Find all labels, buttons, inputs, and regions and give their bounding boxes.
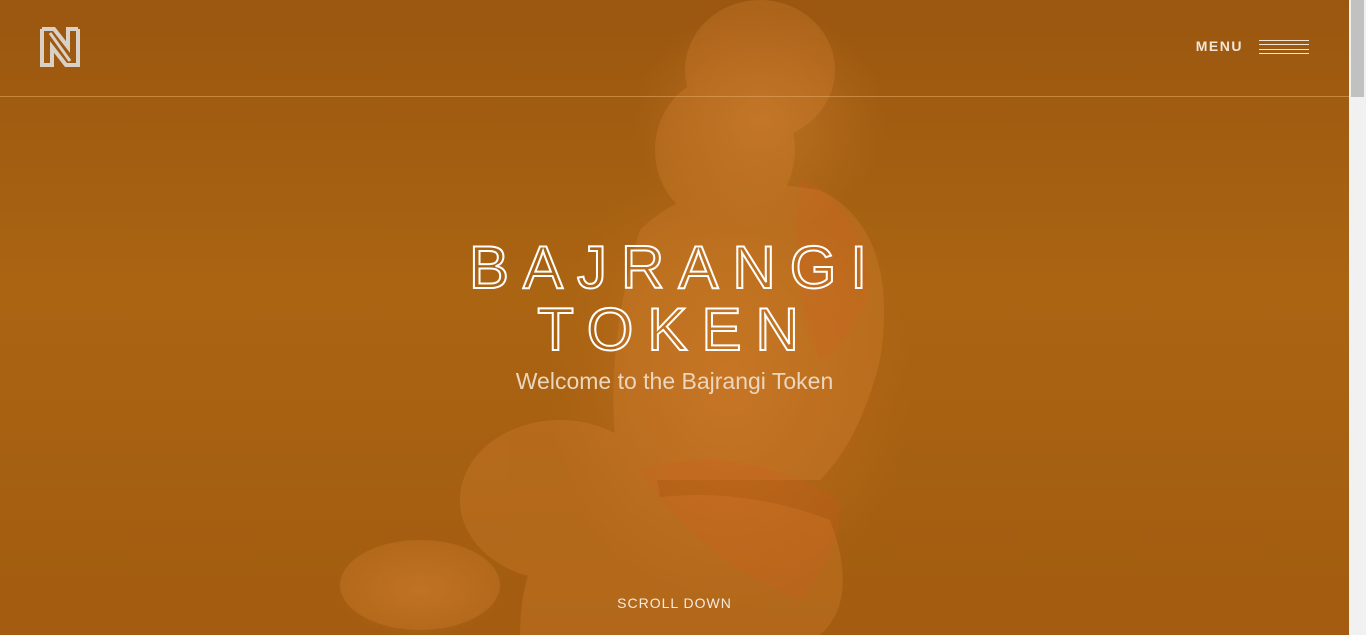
menu-button[interactable]: MENU: [1196, 38, 1243, 54]
n-logo-icon[interactable]: [40, 27, 80, 67]
hero-subtitle: Welcome to the Bajrangi Token: [515, 368, 834, 394]
vertical-scrollbar[interactable]: [1349, 0, 1366, 635]
scroll-down-link[interactable]: SCROLL DOWN: [0, 595, 1349, 611]
hero-title-text: BAJRANGI TOKEN: [467, 233, 880, 356]
page: MENU BAJRANGI TOKEN Welcome to the Bajra…: [0, 0, 1366, 635]
title-line-2: TOKEN: [537, 296, 813, 356]
hamburger-icon[interactable]: [1259, 39, 1309, 55]
hero-title: BAJRANGI TOKEN: [0, 232, 1349, 356]
title-line-1: BAJRANGI: [468, 234, 880, 301]
scrollbar-thumb[interactable]: [1351, 0, 1364, 97]
site-header: MENU: [0, 0, 1349, 97]
